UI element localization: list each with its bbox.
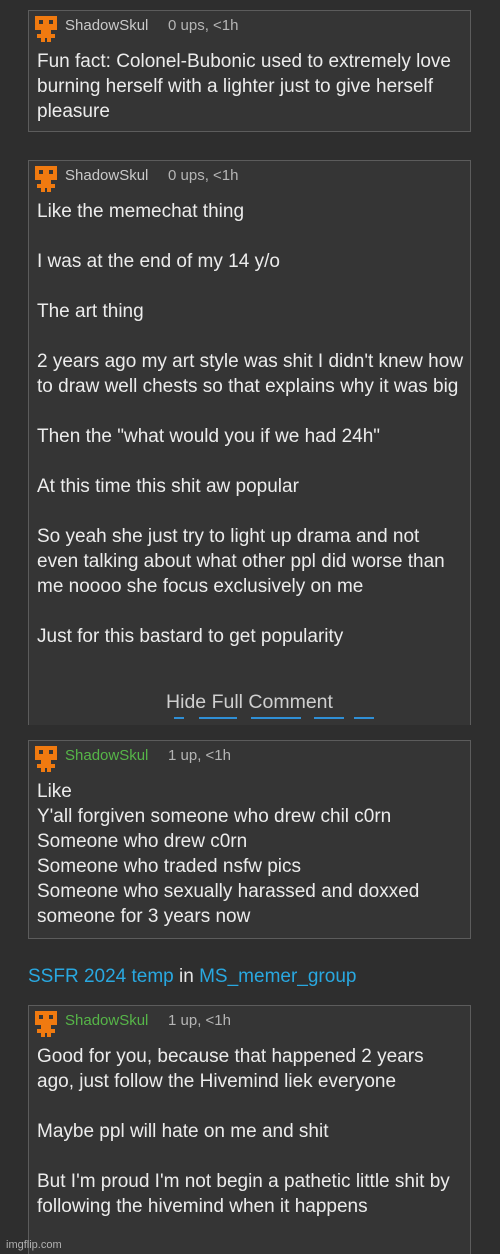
comment-context: SSFR 2024 temp in MS_memer_group xyxy=(28,966,356,988)
orange-skull-icon[interactable] xyxy=(33,746,59,772)
comment-header xyxy=(33,1011,59,1041)
page: { "comments": [ { "username": "ShadowSku… xyxy=(0,0,500,1254)
comment-text: Like Y'all forgiven someone who drew chi… xyxy=(37,781,420,927)
comment-meta: 0 ups, <1h xyxy=(168,17,239,34)
comment-header xyxy=(33,746,59,776)
orange-skull-icon[interactable] xyxy=(33,16,59,42)
orange-skull-icon[interactable] xyxy=(33,1011,59,1037)
comment-header xyxy=(33,166,59,196)
comment-card: ShadowSkul 0 ups, <1h Fun fact: Colonel-… xyxy=(28,10,471,132)
comment-card: ShadowSkul 1 up, <1h Like Y'all forgiven… xyxy=(28,740,471,939)
comment-username[interactable]: ShadowSkul xyxy=(65,17,148,34)
post-title-link[interactable]: SSFR 2024 temp xyxy=(28,966,174,987)
comment-header xyxy=(33,16,59,46)
orange-skull-icon[interactable] xyxy=(33,166,59,192)
imgflip-watermark: imgflip.com xyxy=(6,1239,62,1251)
comment-card: ShadowSkul 1 up, <1h Good for you, becau… xyxy=(28,1005,471,1254)
comment-text: Like the memechat thing I was at the end… xyxy=(37,201,464,647)
context-in-word: in xyxy=(179,966,194,987)
comment-meta: 0 ups, <1h xyxy=(168,167,239,184)
comment-username[interactable]: ShadowSkul xyxy=(65,167,148,184)
cropped-action-links xyxy=(29,717,470,723)
comment-text: Good for you, because that happened 2 ye… xyxy=(37,1046,450,1217)
comment-meta: 1 up, <1h xyxy=(168,1012,231,1029)
comment-username[interactable]: ShadowSkul xyxy=(65,747,148,764)
comment-text: Fun fact: Colonel-Bubonic used to extrem… xyxy=(37,51,451,122)
hide-full-comment-button[interactable]: Hide Full Comment xyxy=(29,691,470,714)
stream-link[interactable]: MS_memer_group xyxy=(199,966,356,987)
comment-card: ShadowSkul 0 ups, <1h Like the memechat … xyxy=(28,160,471,725)
comment-username[interactable]: ShadowSkul xyxy=(65,1012,148,1029)
comment-meta: 1 up, <1h xyxy=(168,747,231,764)
